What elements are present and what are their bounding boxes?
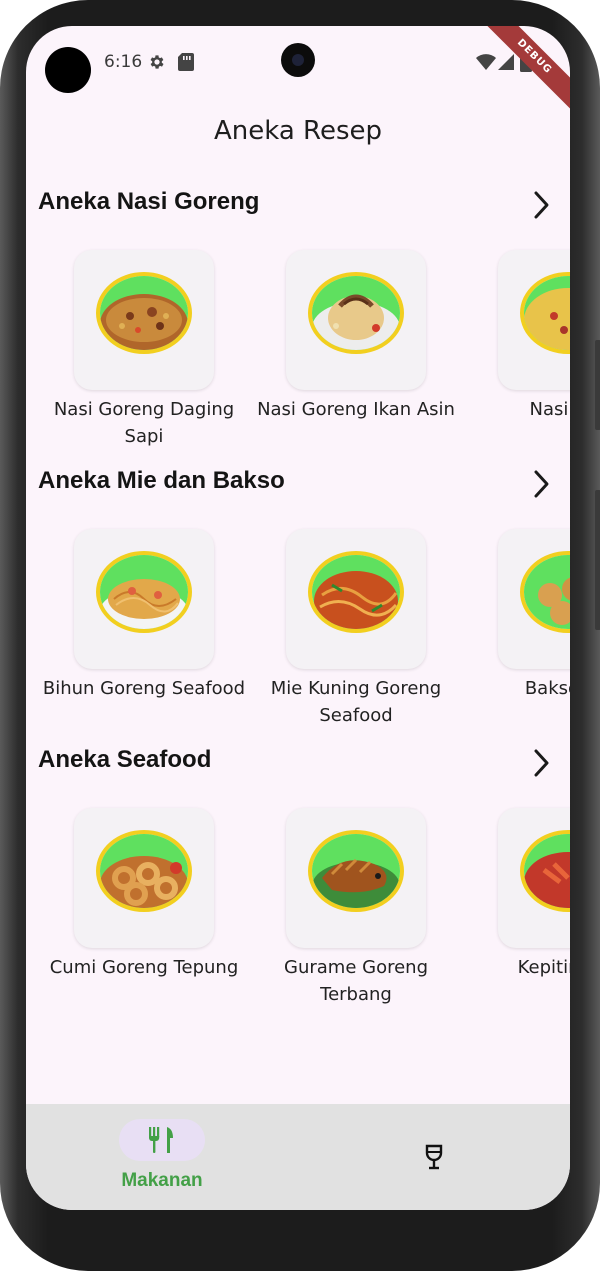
section-nasi-goreng: Aneka Nasi Goreng Nasi Goreng Daging Sap… (26, 188, 570, 458)
power-button (595, 490, 600, 630)
wine-glass-icon[interactable] (424, 1144, 444, 1170)
recipe-tile[interactable] (498, 529, 570, 669)
chevron-right-icon[interactable] (530, 469, 554, 499)
recipe-tile[interactable] (74, 808, 214, 948)
food-image (96, 551, 192, 633)
recipe-tile[interactable] (286, 529, 426, 669)
chevron-right-icon[interactable] (530, 748, 554, 778)
front-camera (281, 43, 315, 77)
recipe-tile[interactable] (498, 250, 570, 390)
recipe-tile[interactable] (498, 808, 570, 948)
nav-label: Makanan (121, 1170, 203, 1191)
signal-icon (498, 54, 514, 70)
food-image (520, 830, 570, 912)
section-seafood: Aneka Seafood Cumi Goreng Tepung Gurame … (26, 746, 570, 1026)
recipe-tile[interactable] (286, 808, 426, 948)
chevron-right-icon[interactable] (530, 190, 554, 220)
section-title: Aneka Seafood (38, 746, 212, 773)
section-title: Aneka Mie dan Bakso (38, 467, 285, 494)
camera-cutout (45, 47, 91, 93)
recipe-tile[interactable] (286, 250, 426, 390)
recipe-label: Bakso Ika (524, 678, 570, 699)
food-image (520, 551, 570, 633)
recipe-label: Cumi Goreng Tepung (49, 957, 239, 978)
app-screen: 6:16 DEBUG Aneka Resep Aneka Nasi Goreng… (26, 26, 570, 1210)
status-time: 6:16 (104, 52, 143, 72)
bottom-navigation: Makanan (26, 1104, 570, 1210)
recipe-label: Nasi Goreng Daging Sapi (53, 399, 235, 447)
food-image (96, 272, 192, 354)
food-image (308, 551, 404, 633)
gear-icon (150, 55, 164, 69)
wifi-icon (476, 54, 496, 70)
status-bar: 6:16 DEBUG (26, 26, 570, 115)
section-title: Aneka Nasi Goreng (38, 188, 260, 215)
food-image (520, 272, 570, 354)
volume-button (595, 340, 600, 430)
recipe-label: Nasi Goreng Ikan Asin (257, 399, 455, 420)
food-image (308, 272, 404, 354)
food-image (96, 830, 192, 912)
sd-card-icon (178, 53, 194, 71)
nav-indicator[interactable] (119, 1119, 205, 1161)
food-image (308, 830, 404, 912)
recipe-label: Bihun Goreng Seafood (42, 678, 246, 699)
phone-frame: 6:16 DEBUG Aneka Resep Aneka Nasi Goreng… (0, 0, 600, 1271)
recipe-label: Gurame Goreng Terbang (284, 957, 428, 1005)
recipe-tile[interactable] (74, 529, 214, 669)
page-title: Aneka Resep (214, 116, 382, 146)
recipe-label: Mie Kuning Goreng Seafood (270, 678, 442, 726)
utensils-icon (149, 1127, 173, 1153)
section-mie-bakso: Aneka Mie dan Bakso Bihun Goreng Seafood… (26, 467, 570, 737)
recipe-label: Kepiting As (517, 957, 570, 978)
recipe-tile[interactable] (74, 250, 214, 390)
recipe-label: Kepiting As Nasi Gor (529, 399, 570, 420)
